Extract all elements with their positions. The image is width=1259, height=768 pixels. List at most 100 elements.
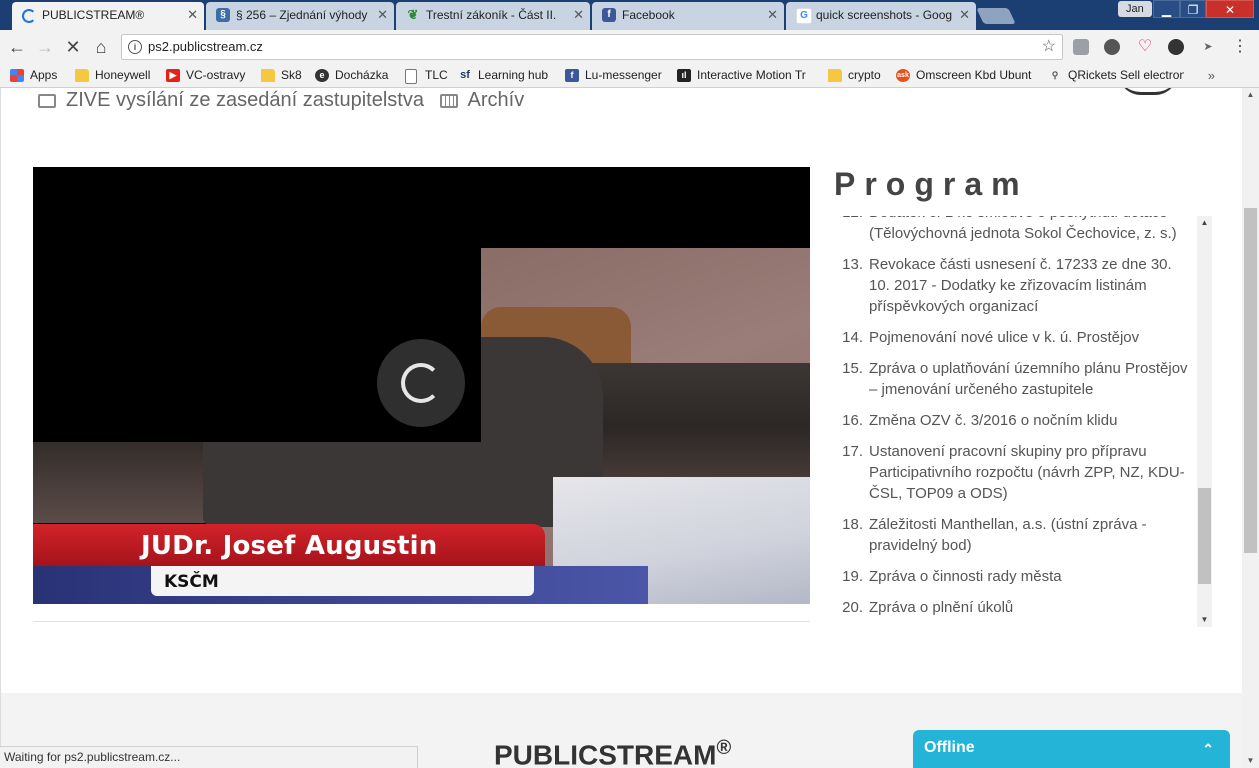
tab-close-icon[interactable]: ✕ bbox=[767, 2, 778, 28]
footer-brand: PUBLICSTREAM® bbox=[494, 737, 731, 768]
bookmark-crypto[interactable]: crypto bbox=[828, 64, 888, 87]
program-item[interactable]: 18. Záležitosti Manthellan, a.s. (ústní z… bbox=[837, 514, 1192, 556]
leaf-icon: ❦ bbox=[407, 7, 419, 22]
speaker-party: KSČM bbox=[164, 572, 219, 592]
program-item-number: 13. bbox=[842, 256, 863, 273]
back-arrow-icon[interactable]: ← bbox=[6, 36, 28, 58]
bookmark-sk8[interactable]: Sk8 bbox=[261, 64, 307, 87]
speaker-name: JUDr. Josef Augustin bbox=[141, 531, 438, 561]
program-item-text: Záležitosti Manthellan, a.s. (ústní zprá… bbox=[869, 516, 1147, 554]
minimize-button[interactable]: ▁ bbox=[1153, 0, 1180, 18]
bookmark-qrickets[interactable]: ⚲ QRickets Sell electron bbox=[1048, 64, 1184, 87]
bookmark-vc-ostravy[interactable]: ▶ VC-ostravy bbox=[166, 64, 252, 87]
sf-icon: sf bbox=[460, 69, 470, 81]
extension-cube-icon[interactable] bbox=[1073, 39, 1089, 55]
bookmarks-bar: Apps Honeywell ▶ VC-ostravy Sk8 e Docház… bbox=[0, 64, 1259, 88]
chat-widget[interactable]: Offline ⌃ bbox=[913, 730, 1230, 768]
bookmark-label: Sk8 bbox=[281, 68, 302, 82]
live-stream-link[interactable]: ZIVE vysílání ze zasedání zastupitelstva bbox=[38, 89, 430, 111]
bookmark-label: TLC bbox=[425, 68, 448, 82]
bookmark-label: Apps bbox=[30, 68, 58, 82]
forward-arrow-icon[interactable]: → bbox=[34, 36, 56, 58]
extension-heart-icon[interactable]: ♡ bbox=[1137, 39, 1153, 55]
logo-edge bbox=[1118, 88, 1178, 95]
paragraph-icon: § bbox=[216, 8, 230, 22]
bookmark-apps[interactable]: Apps bbox=[10, 64, 68, 87]
program-item[interactable]: 19. Zpráva o činnosti rady města bbox=[837, 566, 1192, 587]
bookmark-label: VC-ostravy bbox=[186, 68, 246, 82]
scroll-up-arrow-icon[interactable]: ▲ bbox=[1197, 216, 1212, 230]
tab-zjednani-vyhody[interactable]: § § 256 – Zjednání výhody ✕ bbox=[206, 2, 394, 30]
extension-globe-icon[interactable] bbox=[1104, 39, 1120, 55]
program-item-number: 14. bbox=[842, 329, 863, 346]
bookmark-omscreen[interactable]: ask Omscreen Kbd Ubunt bbox=[896, 64, 1034, 87]
live-stream-label: ZIVE vysílání ze zasedání zastupitelstva bbox=[66, 89, 424, 111]
bookmark-tlc[interactable]: TLC bbox=[405, 64, 451, 87]
bookmark-label: Docházka bbox=[335, 68, 389, 82]
footer-brand-text: PUBLICSTREAM bbox=[494, 739, 717, 768]
bookmark-label: Honeywell bbox=[95, 68, 151, 82]
tab-close-icon[interactable]: ✕ bbox=[377, 2, 388, 28]
program-item-text: Zpráva o činnosti rady města bbox=[869, 568, 1062, 585]
page-scroll-down-icon[interactable]: ▼ bbox=[1242, 754, 1259, 768]
extension-paperplane-icon[interactable]: ➤ bbox=[1200, 39, 1216, 55]
program-item[interactable]: 16. Změna OZV č. 3/2016 o nočním klidu bbox=[837, 410, 1192, 431]
bookmark-interactive-motion[interactable]: ıl Interactive Motion Tr bbox=[677, 64, 813, 87]
home-icon[interactable]: ⌂ bbox=[90, 36, 112, 58]
ask-icon: ask bbox=[896, 69, 910, 82]
page-scroll-up-icon[interactable]: ▲ bbox=[1242, 88, 1259, 102]
program-item-text: Zpráva o plnění úkolů bbox=[869, 599, 1014, 616]
scroll-down-arrow-icon[interactable]: ▼ bbox=[1197, 613, 1212, 627]
program-item[interactable]: 12. Dodatek č. 1 ke smlouvě o poskytnutí … bbox=[837, 216, 1192, 244]
program-item[interactable]: 17. Ustanovení pracovní skupiny pro přípr… bbox=[837, 441, 1192, 504]
tab-facebook[interactable]: f Facebook ✕ bbox=[592, 2, 784, 30]
bookmark-learning-hub[interactable]: sf Learning hub bbox=[458, 64, 556, 87]
bookmark-star-icon[interactable]: ☆ bbox=[1042, 35, 1056, 59]
address-bar[interactable]: i ps2.publicstream.cz ☆ bbox=[121, 34, 1063, 60]
tab-publicstream[interactable]: PUBLICSTREAM® ✕ bbox=[12, 2, 204, 30]
tab-title: Trestní zákoník - Část II. bbox=[426, 8, 557, 22]
bookmark-lu-messenger[interactable]: f Lu-messenger bbox=[565, 64, 669, 87]
browser-status-bar: Waiting for ps2.publicstream.cz... bbox=[0, 746, 418, 768]
browser-toolbar: ← → ✕ ⌂ i ps2.publicstream.cz ☆ ♡ ➤ ⋮ bbox=[0, 30, 1259, 64]
bookmark-dochazka[interactable]: e Docházka bbox=[315, 64, 395, 87]
info-icon[interactable]: i bbox=[128, 40, 142, 54]
program-item[interactable]: 20. Zpráva o plnění úkolů bbox=[837, 597, 1192, 618]
bookmark-label: Lu-messenger bbox=[585, 68, 662, 82]
tab-google-search[interactable]: G quick screenshots - Goog ✕ bbox=[786, 2, 976, 30]
tab-trestni-zakonik[interactable]: ❦ Trestní zákoník - Část II. ✕ bbox=[396, 2, 590, 30]
program-item[interactable]: 15. Zpráva o uplatňování územního plánu P… bbox=[837, 358, 1192, 400]
program-item-text: Revokace části usnesení č. 17233 ze dne … bbox=[869, 256, 1172, 315]
profile-button[interactable]: Jan bbox=[1118, 1, 1152, 17]
page-scrollbar[interactable]: ▲ ▼ bbox=[1242, 88, 1259, 768]
archive-link[interactable]: Archív bbox=[439, 89, 524, 111]
monitor-icon bbox=[38, 93, 56, 108]
loading-spinner-icon bbox=[377, 339, 465, 427]
restore-button[interactable]: ❐ bbox=[1180, 0, 1206, 18]
browser-menu-icon[interactable]: ⋮ bbox=[1232, 39, 1248, 55]
google-icon: G bbox=[796, 8, 812, 24]
program-item[interactable]: 13. Revokace části usnesení č. 17233 ze d… bbox=[837, 254, 1192, 317]
tab-close-icon[interactable]: ✕ bbox=[187, 2, 198, 28]
program-list-container[interactable]: 12. Dodatek č. 1 ke smlouvě o poskytnutí … bbox=[837, 216, 1212, 627]
stop-loading-icon[interactable]: ✕ bbox=[62, 36, 84, 58]
new-tab-button[interactable] bbox=[976, 8, 1016, 24]
program-item[interactable]: 14. Pojmenování nové ulice v k. ú. Prostě… bbox=[837, 327, 1192, 348]
scroll-thumb[interactable] bbox=[1198, 488, 1211, 584]
program-item-text: Ustanovení pracovní skupiny pro přípravu… bbox=[869, 443, 1185, 502]
program-item-number: 15. bbox=[842, 360, 863, 377]
bookmarks-overflow-icon[interactable]: » bbox=[1208, 64, 1215, 87]
video-player[interactable]: JUDr. Josef Augustin KSČM bbox=[33, 167, 810, 604]
window-close-button[interactable]: ✕ bbox=[1206, 0, 1254, 18]
tab-title: Facebook bbox=[622, 8, 675, 22]
bookmark-honeywell[interactable]: Honeywell bbox=[75, 64, 157, 87]
bookmark-label: Omscreen Kbd Ubunt bbox=[916, 68, 1032, 82]
facebook-icon: f bbox=[602, 8, 616, 22]
program-scrollbar[interactable]: ▲ ▼ bbox=[1197, 216, 1212, 627]
chevron-up-icon[interactable]: ⌃ bbox=[1202, 730, 1214, 768]
page-scroll-thumb[interactable] bbox=[1244, 208, 1257, 553]
tab-close-icon[interactable]: ✕ bbox=[573, 2, 584, 28]
apps-grid-icon bbox=[10, 69, 24, 82]
extension-emblem-icon[interactable] bbox=[1168, 39, 1184, 55]
tab-close-icon[interactable]: ✕ bbox=[959, 2, 970, 28]
